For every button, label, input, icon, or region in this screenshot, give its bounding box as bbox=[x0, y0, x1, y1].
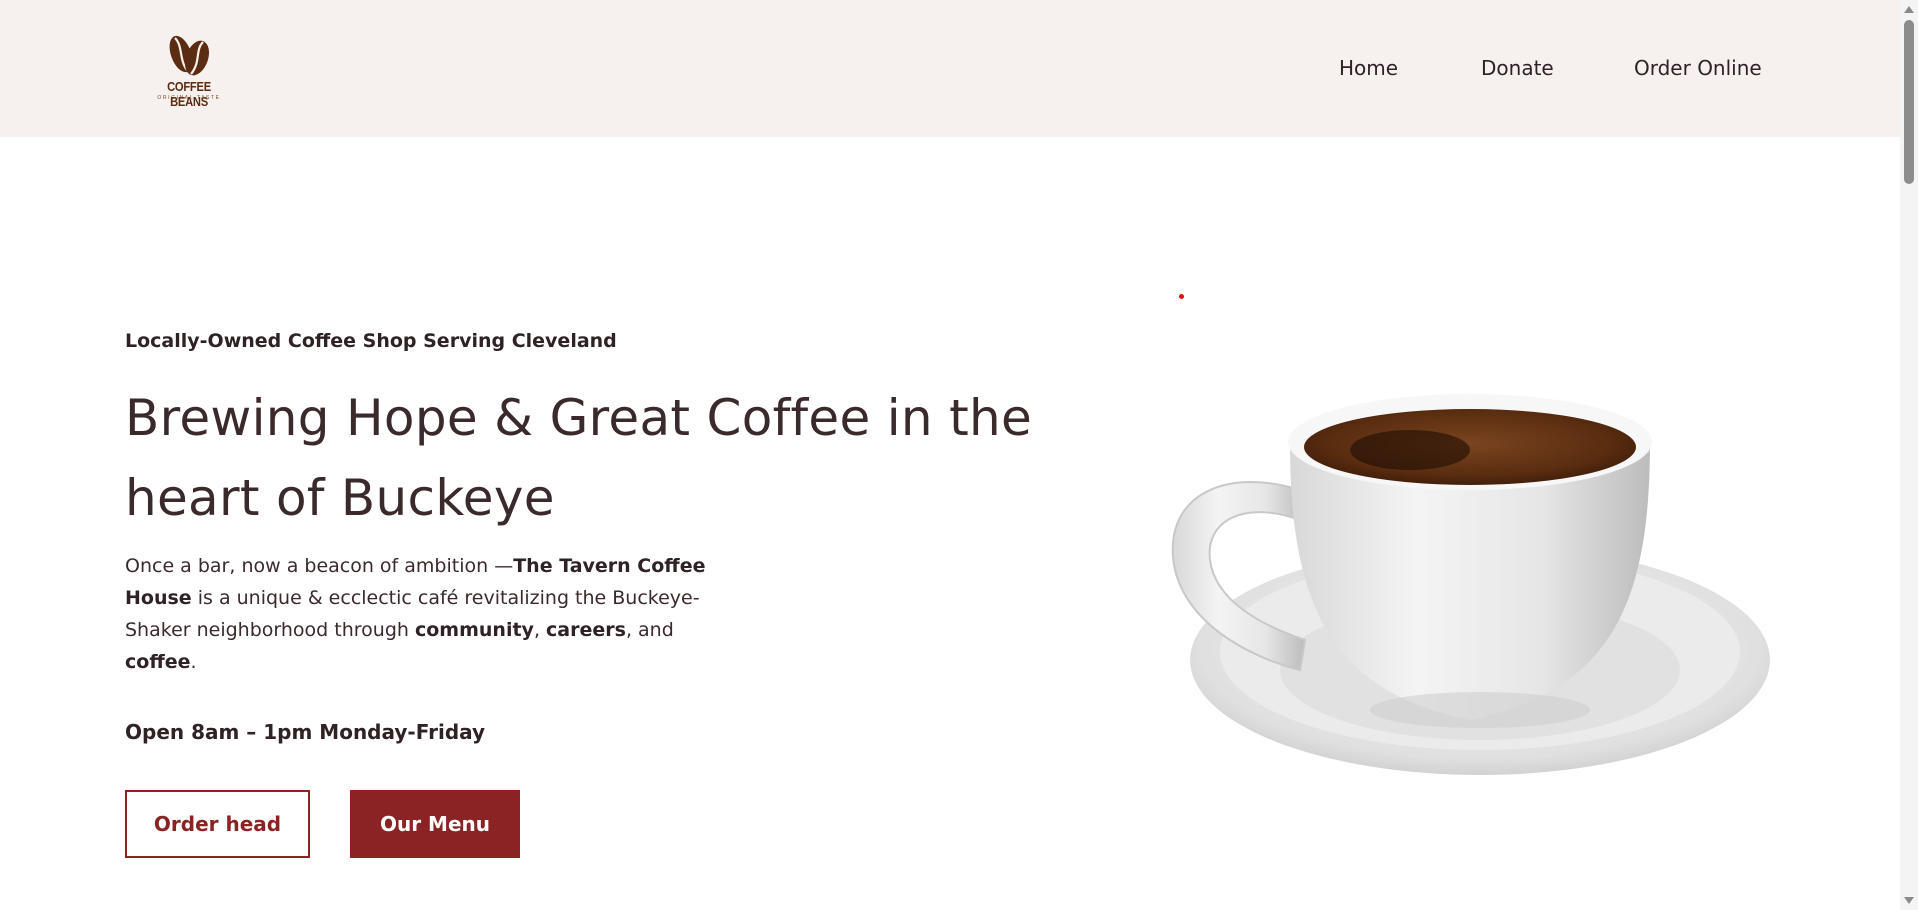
hero-headline: Brewing Hope & Great Coffee in the heart… bbox=[125, 378, 1065, 538]
nav-home[interactable]: Home bbox=[1339, 56, 1398, 80]
headline-line-2: heart of Buckeye bbox=[125, 469, 555, 527]
coffee-beans-logo[interactable]: COFFEE BEANS ORIGINAL TASTE bbox=[144, 32, 234, 109]
desc-bold-coffee: coffee bbox=[125, 651, 191, 673]
nav-donate[interactable]: Donate bbox=[1481, 56, 1554, 80]
red-dot-marker bbox=[1179, 294, 1184, 299]
scroll-up-icon[interactable] bbox=[1904, 6, 1914, 13]
desc-text: . bbox=[190, 651, 197, 673]
opening-hours: Open 8am – 1pm Monday-Friday bbox=[125, 720, 486, 744]
hero-eyebrow: Locally-Owned Coffee Shop Serving Clevel… bbox=[125, 330, 617, 352]
desc-text: Once a bar, now a beacon of ambition — bbox=[125, 555, 514, 577]
coffee-bean-icon bbox=[169, 35, 210, 76]
logo-tagline: ORIGINAL TASTE bbox=[157, 95, 221, 101]
desc-bold-community: community bbox=[414, 619, 534, 641]
our-menu-button[interactable]: Our Menu bbox=[350, 790, 520, 858]
headline-line-1: Brewing Hope & Great Coffee in the bbox=[125, 389, 1033, 447]
coffee-cup-image bbox=[1171, 394, 1770, 775]
order-head-button[interactable]: Order head bbox=[125, 790, 310, 858]
hero-description: Once a bar, now a beacon of ambition —Th… bbox=[125, 550, 715, 678]
logo-name: COFFEE BEANS bbox=[167, 79, 211, 109]
desc-bold-careers: careers bbox=[546, 619, 626, 641]
desc-text: , and bbox=[625, 619, 674, 641]
vertical-scrollbar[interactable] bbox=[1900, 0, 1918, 910]
nav-order-online[interactable]: Order Online bbox=[1634, 56, 1762, 80]
desc-text: , bbox=[533, 619, 547, 641]
site-header: COFFEE BEANS ORIGINAL TASTE Home Donate … bbox=[0, 0, 1900, 137]
scrollbar-thumb[interactable] bbox=[1904, 20, 1914, 184]
scroll-down-icon[interactable] bbox=[1904, 897, 1914, 904]
